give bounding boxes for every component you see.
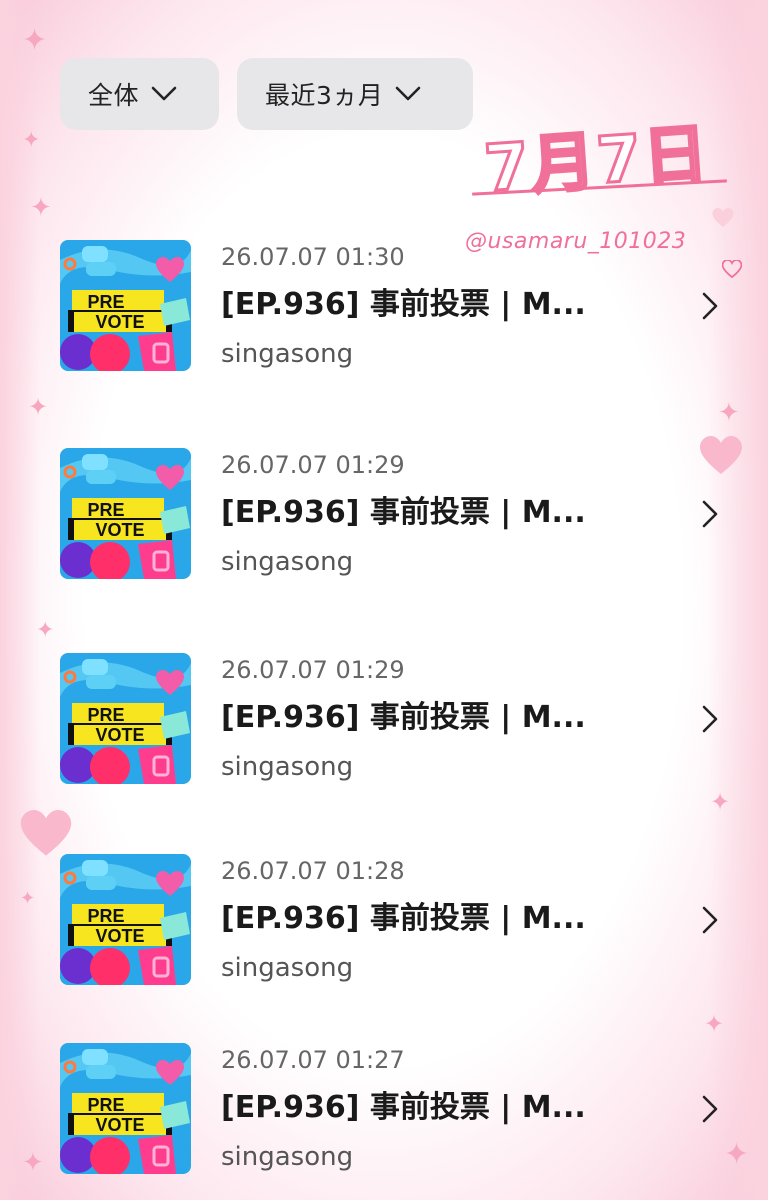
sparkle-icon: ✦ [20,888,36,909]
artwork-tile [86,470,116,484]
timestamp: 26.07.07 01:29 [221,451,405,479]
thumbnail-line2: VOTE [95,926,144,946]
chevron-right-icon[interactable] [702,906,718,934]
list-item[interactable]: PRE VOTE 26.07.07 01:29 [EP.936] 事前投票 | … [60,448,720,580]
artwork-cup [138,540,176,579]
artist-name: singasong [221,1142,354,1172]
item-title: [EP.936] 事前投票 | M... [221,495,586,530]
sparkle-icon: ✦ [710,788,731,816]
thumbnail-line1: PRE [87,906,124,926]
artwork-cup [138,745,176,784]
pre-vote-artwork: PRE VOTE [60,240,191,371]
chevron-right-icon[interactable] [702,500,718,528]
thumbnail-line2: VOTE [95,725,144,745]
artwork-tile [82,1049,108,1065]
pre-vote-artwork: PRE VOTE [60,854,191,985]
pre-vote-artwork: PRE VOTE [60,653,191,784]
artwork-tile [86,876,116,890]
thumbnail-line1: PRE [87,292,124,312]
item-title: [EP.936] 事前投票 | M... [221,287,586,322]
sparkle-icon: ✦ [30,193,52,223]
artwork-tile [82,659,108,675]
chevron-right-icon[interactable] [702,1095,718,1123]
chevron-down-icon [396,86,421,101]
period-filter-dropdown[interactable]: 最近3ヵ月 [237,58,473,130]
chevron-right-icon[interactable] [702,292,718,320]
artist-name: singasong [221,752,354,782]
sparkle-icon: ✦ [704,1010,725,1038]
heart-icon [20,810,72,856]
type-filter-dropdown[interactable]: 全体 [60,58,219,130]
list-item[interactable]: PRE VOTE 26.07.07 01:28 [EP.936] 事前投票 | … [60,854,720,986]
timestamp: 26.07.07 01:27 [221,1046,405,1074]
artwork-cup [138,946,176,985]
thumbnail: PRE VOTE [60,653,191,784]
item-title: [EP.936] 事前投票 | M... [221,700,586,735]
artwork-cup [138,332,176,371]
thumbnail-line1: PRE [87,500,124,520]
sparkle-icon: ✦ [28,393,49,421]
timestamp: 26.07.07 01:30 [221,243,405,271]
artwork-tile [86,1065,116,1079]
artist-name: singasong [221,547,354,577]
artwork-tile [82,454,108,470]
sparkle-icon: ✦ [22,23,48,58]
sparkle-icon: ✦ [724,1137,750,1172]
heart-outline-icon [722,260,742,278]
filter-bar: 全体 最近3ヵ月 [60,58,473,130]
thumbnail-line1: PRE [87,705,124,725]
chevron-down-icon [151,86,177,101]
sparkle-icon: ✦ [36,618,55,643]
thumbnail: PRE VOTE [60,240,191,371]
list-item[interactable]: PRE VOTE 26.07.07 01:27 [EP.936] 事前投票 | … [60,1043,720,1175]
thumbnail: PRE VOTE [60,854,191,985]
sparkle-icon: ✦ [718,398,740,428]
item-title: [EP.936] 事前投票 | M... [221,901,586,936]
thumbnail: PRE VOTE [60,448,191,579]
artist-name: singasong [221,339,354,369]
thumbnail-line2: VOTE [95,312,144,332]
heart-outline-icon [712,208,734,227]
timestamp: 26.07.07 01:29 [221,656,405,684]
artwork-cup [138,1135,176,1174]
artist-name: singasong [221,953,354,983]
thumbnail-line2: VOTE [95,520,144,540]
thumbnail: PRE VOTE [60,1043,191,1174]
list-item[interactable]: PRE VOTE 26.07.07 01:30 [EP.936] 事前投票 | … [60,240,720,372]
timestamp: 26.07.07 01:28 [221,857,405,885]
item-title: [EP.936] 事前投票 | M... [221,1090,586,1125]
date-stamp: 7月7日 [481,116,714,209]
thumbnail-line2: VOTE [95,1115,144,1135]
list-item[interactable]: PRE VOTE 26.07.07 01:29 [EP.936] 事前投票 | … [60,653,720,785]
type-filter-label: 全体 [88,81,140,110]
artwork-tile [82,246,108,262]
thumbnail-line1: PRE [87,1095,124,1115]
chevron-right-icon[interactable] [702,705,718,733]
sparkle-icon: ✦ [22,1148,44,1178]
period-filter-label: 最近3ヵ月 [265,81,384,110]
artwork-tile [86,675,116,689]
artwork-tile [86,262,116,276]
artwork-tile [82,860,108,876]
pre-vote-artwork: PRE VOTE [60,1043,191,1174]
sparkle-icon: ✦ [22,128,41,153]
pre-vote-artwork: PRE VOTE [60,448,191,579]
